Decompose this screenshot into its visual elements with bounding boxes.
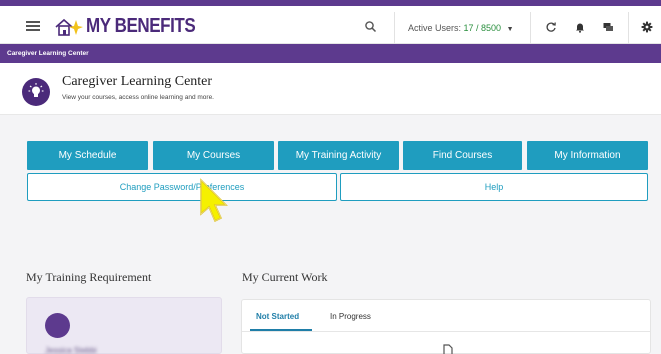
training-requirement-title: My Training Requirement xyxy=(26,270,152,284)
help-button[interactable]: Help xyxy=(340,173,648,201)
brand-name: MY BENEFITS xyxy=(86,15,196,37)
active-users-label: Active Users: xyxy=(408,23,462,33)
training-requirement-card: Jessica Stebbi xyxy=(26,297,222,354)
chat-icon[interactable] xyxy=(602,21,614,33)
subheader-title: Caregiver Learning Center xyxy=(7,50,89,57)
my-schedule-button[interactable]: My Schedule xyxy=(27,141,148,170)
page-header: Caregiver Learning Center View your cour… xyxy=(0,63,661,115)
document-icon xyxy=(443,344,453,354)
subheader-bar: Caregiver Learning Center xyxy=(0,44,661,63)
chevron-down-icon: ▼ xyxy=(506,26,514,33)
gear-icon[interactable] xyxy=(641,21,653,33)
search-icon[interactable] xyxy=(364,20,378,34)
current-work-card: Not Started In Progress xyxy=(241,299,651,354)
tab-in-progress[interactable]: In Progress xyxy=(330,312,371,321)
page-subtitle: View your courses, access online learnin… xyxy=(62,94,214,101)
tab-divider xyxy=(242,331,650,332)
mouse-pointer-icon xyxy=(200,178,228,223)
lightbulb-icon xyxy=(22,78,50,106)
active-users-count: 17 / 8500 xyxy=(463,23,502,33)
active-users-dropdown[interactable]: Active Users: 17 / 8500 ▼ xyxy=(408,23,514,33)
my-information-button[interactable]: My Information xyxy=(527,141,648,170)
my-training-activity-button[interactable]: My Training Activity xyxy=(278,141,399,170)
top-bar: MY BENEFITS Active Users: 17 / 8500 ▼ xyxy=(0,6,661,50)
refresh-icon[interactable] xyxy=(545,21,557,33)
home-icon xyxy=(55,18,83,36)
tab-not-started[interactable]: Not Started xyxy=(256,312,299,321)
current-work-title: My Current Work xyxy=(242,270,328,284)
change-password-preferences-button[interactable]: Change Password/Preferences xyxy=(27,173,337,201)
menu-icon[interactable] xyxy=(26,21,40,31)
bell-icon[interactable] xyxy=(574,21,586,33)
page-title: Caregiver Learning Center xyxy=(62,74,213,89)
my-courses-button[interactable]: My Courses xyxy=(153,141,274,170)
brand-logo[interactable]: MY BENEFITS xyxy=(54,15,215,38)
user-name: Jessica Stebbi xyxy=(45,346,97,354)
find-courses-button[interactable]: Find Courses xyxy=(403,141,522,170)
avatar xyxy=(45,313,70,338)
